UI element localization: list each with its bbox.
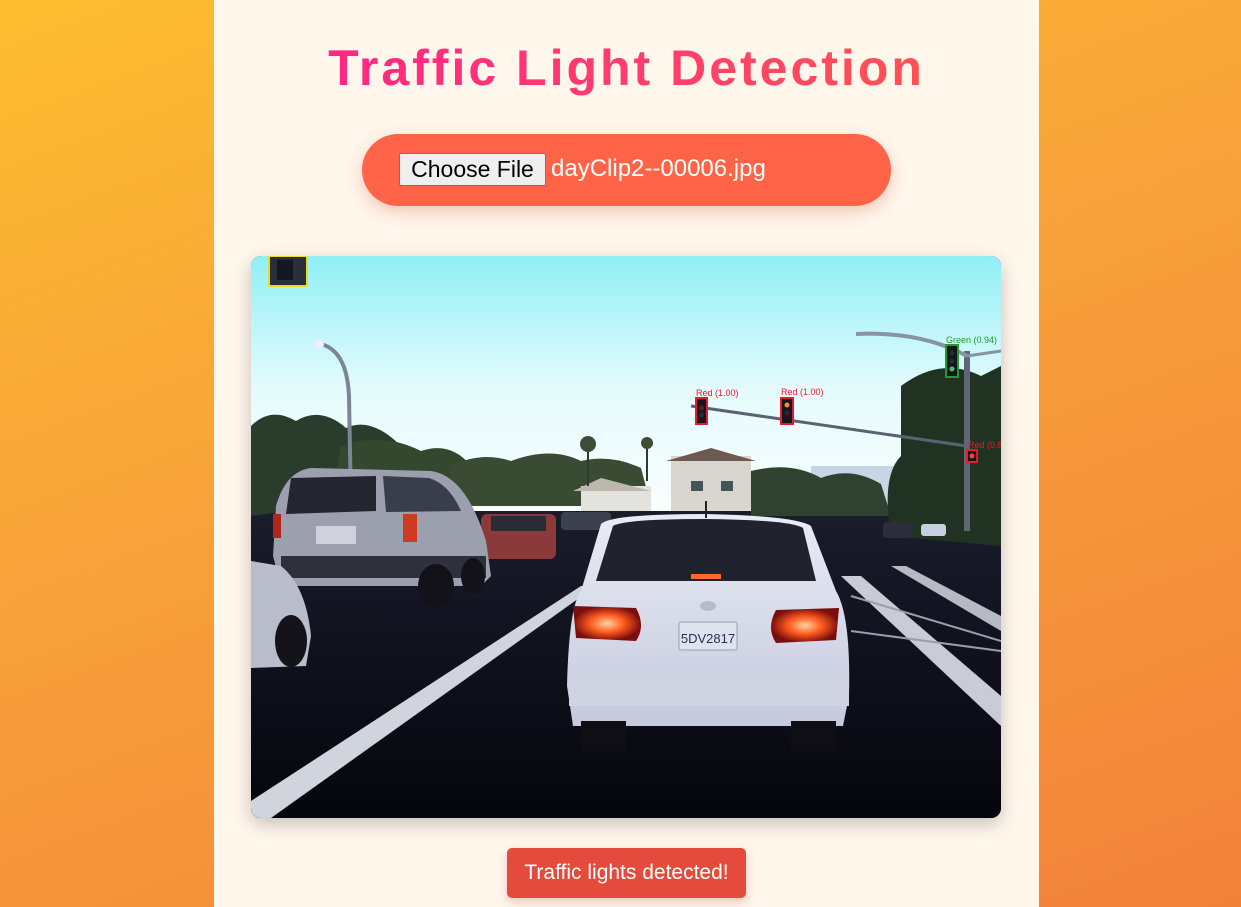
detection-label-red-3: Red (0.8 (968, 440, 1001, 450)
detection-label-green: Green (0.94) (946, 335, 997, 345)
main-panel: Traffic Light Detection Choose File dayC… (214, 0, 1039, 907)
choose-file-button[interactable]: Choose File (399, 153, 546, 186)
detection-status-message: Traffic lights detected! (507, 848, 746, 898)
page-title: Traffic Light Detection (214, 38, 1039, 98)
license-plate-text: 5DV2817 (681, 631, 735, 646)
street-scene: 5DV2817 Red (1.00) Red (1.00) Green (0.9… (251, 256, 1001, 818)
selected-file-name: dayClip2--00006.jpg (551, 155, 766, 182)
file-upload-area: Choose File dayClip2--00006.jpg (362, 134, 891, 206)
detection-label-red-2: Red (1.00) (781, 387, 824, 397)
detection-result-image: 5DV2817 Red (1.00) Red (1.00) Green (0.9… (251, 256, 1001, 818)
detection-box-red-1 (695, 397, 708, 425)
detection-label-red-1: Red (1.00) (696, 388, 739, 398)
